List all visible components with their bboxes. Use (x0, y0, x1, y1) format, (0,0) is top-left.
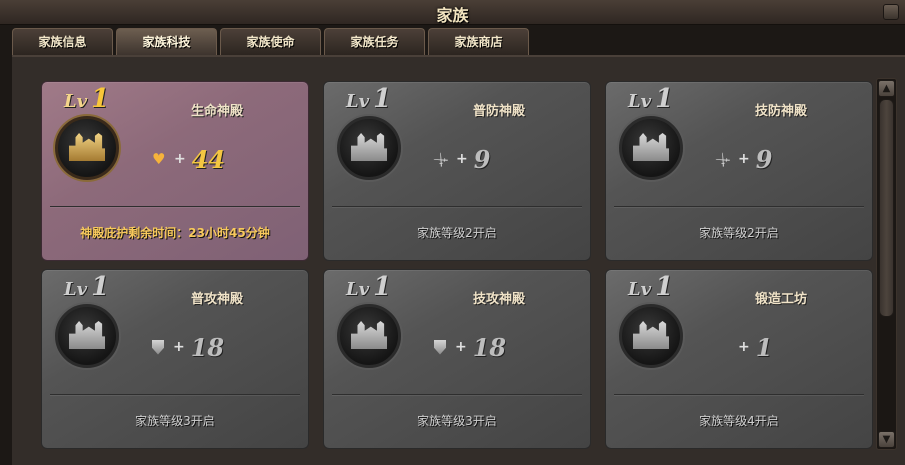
blank-icon (716, 339, 732, 355)
heart-icon: ♥ (152, 150, 166, 168)
temple-card-life[interactable]: Lv 1 生命神殿 ♥ + 44 神殿庇护剩余时间：23小时45分钟 (41, 81, 309, 261)
divider (50, 206, 300, 207)
plus-sign: + (738, 151, 750, 167)
stat-value: 18 (472, 332, 507, 362)
temple-status: 家族等级2开启 (699, 226, 779, 240)
level-label: Lv 1 (346, 272, 391, 302)
temple-card-normal-defense[interactable]: Lv 1 普防神殿 ⚔ + 9 家族等级2开启 (323, 81, 591, 261)
temple-emblem-icon (337, 116, 401, 180)
stat-value: 9 (473, 144, 491, 174)
shield-icon (152, 339, 164, 355)
shield-icon (434, 339, 446, 355)
tab-family-shop[interactable]: 家族商店 (428, 28, 529, 55)
temple-status: 神殿庇护剩余时间：23小时45分钟 (80, 226, 270, 240)
temple-name: 技攻神殿 (472, 292, 525, 307)
tab-bar: 家族信息 家族科技 家族使命 家族任务 家族商店 (12, 28, 532, 55)
temple-name: 普攻神殿 (190, 292, 243, 307)
divider (332, 206, 582, 207)
stat-bonus: + 18 (434, 332, 506, 362)
level-label: Lv 1 (64, 272, 109, 302)
stat-bonus: + 1 (716, 332, 772, 362)
temple-name: 生命神殿 (190, 104, 243, 119)
temple-status: 家族等级2开启 (417, 226, 497, 240)
sword-icon: ⚔ (711, 148, 735, 172)
temple-emblem-icon (619, 116, 683, 180)
tab-family-info[interactable]: 家族信息 (12, 28, 113, 55)
divider (614, 394, 864, 395)
temple-emblem-icon (55, 304, 119, 368)
temple-card-normal-attack[interactable]: Lv 1 普攻神殿 + 18 家族等级3开启 (41, 269, 309, 449)
tab-family-mission[interactable]: 家族使命 (220, 28, 321, 55)
plus-sign: + (455, 339, 467, 355)
level-label: Lv 1 (628, 84, 673, 114)
level-number: 1 (373, 84, 392, 114)
divider (614, 206, 864, 207)
temple-name: 普防神殿 (472, 104, 525, 119)
level-prefix: Lv (346, 279, 370, 300)
divider (50, 394, 300, 395)
level-number: 1 (655, 272, 674, 302)
level-prefix: Lv (64, 279, 88, 300)
stat-value: 44 (191, 144, 226, 174)
temple-emblem-icon (619, 304, 683, 368)
stat-bonus: ♥ + 44 (152, 144, 225, 174)
plus-sign: + (173, 339, 185, 355)
sword-icon: ⚔ (429, 148, 453, 172)
scroll-thumb[interactable] (879, 99, 894, 317)
plus-sign: + (738, 339, 750, 355)
level-prefix: Lv (628, 279, 652, 300)
temple-emblem-icon (55, 116, 119, 180)
tab-family-tech[interactable]: 家族科技 (116, 28, 217, 55)
temple-status: 家族等级3开启 (417, 414, 497, 428)
window-title-bar: 家族 (0, 0, 905, 25)
divider (332, 394, 582, 395)
temple-status: 家族等级3开启 (135, 414, 215, 428)
level-prefix: Lv (346, 91, 370, 112)
stat-bonus: ⚔ + 9 (711, 144, 773, 174)
temple-card-skill-defense[interactable]: Lv 1 技防神殿 ⚔ + 9 家族等级2开启 (605, 81, 873, 261)
level-number: 1 (373, 272, 392, 302)
stat-value: 18 (190, 332, 225, 362)
level-label: Lv 1 (64, 84, 109, 114)
plus-sign: + (174, 151, 186, 167)
stat-value: 9 (755, 144, 773, 174)
level-number: 1 (655, 84, 674, 114)
stat-value: 1 (755, 332, 773, 362)
tab-family-quest[interactable]: 家族任务 (324, 28, 425, 55)
vertical-scrollbar[interactable]: ▲ ▼ (876, 78, 897, 450)
temple-card-skill-attack[interactable]: Lv 1 技攻神殿 + 18 家族等级3开启 (323, 269, 591, 449)
level-prefix: Lv (64, 91, 88, 112)
scroll-up-button[interactable]: ▲ (878, 80, 895, 97)
temple-card-forge[interactable]: Lv 1 锻造工坊 + 1 家族等级4开启 (605, 269, 873, 449)
close-button[interactable] (883, 4, 899, 20)
level-label: Lv 1 (346, 84, 391, 114)
plus-sign: + (456, 151, 468, 167)
temple-status: 家族等级4开启 (699, 414, 779, 428)
scroll-down-button[interactable]: ▼ (878, 431, 895, 448)
temple-name: 锻造工坊 (754, 292, 807, 307)
level-label: Lv 1 (628, 272, 673, 302)
level-number: 1 (91, 84, 110, 114)
level-number: 1 (91, 272, 110, 302)
temple-emblem-icon (337, 304, 401, 368)
stat-bonus: + 18 (152, 332, 224, 362)
stat-bonus: ⚔ + 9 (429, 144, 491, 174)
tech-panel: Lv 1 生命神殿 ♥ + 44 神殿庇护剩余时间：23小时45分钟 Lv 1 普防… (12, 55, 905, 465)
window-title: 家族 (436, 6, 469, 25)
temple-name: 技防神殿 (754, 104, 807, 119)
level-prefix: Lv (628, 91, 652, 112)
